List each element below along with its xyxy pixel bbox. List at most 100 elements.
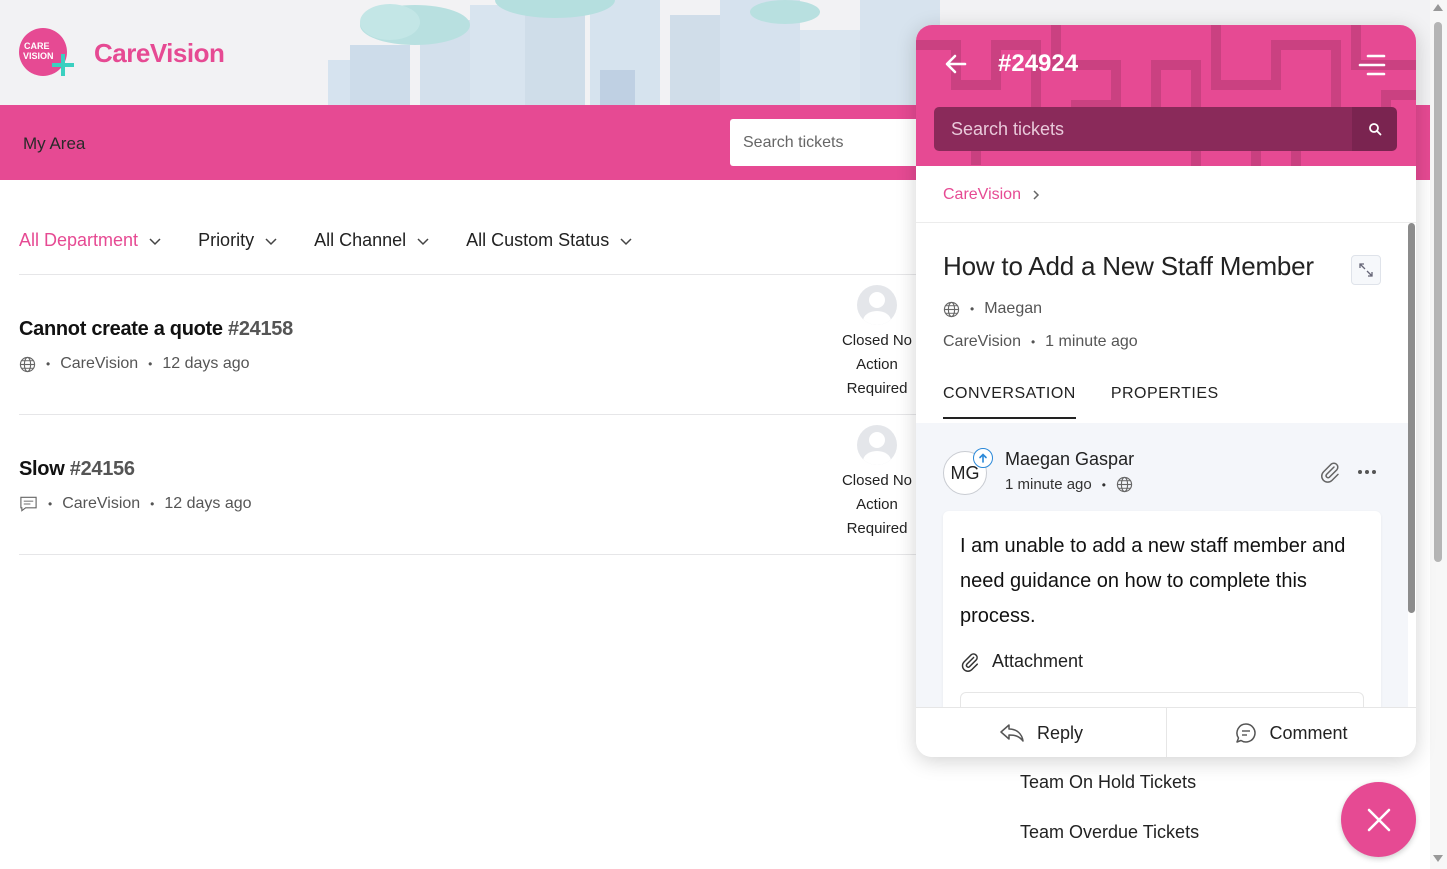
message-body: I am unable to add a new staff member an… <box>960 535 1346 627</box>
author-name: Maegan Gaspar <box>1005 449 1135 469</box>
ticket-number: #24156 <box>69 458 135 480</box>
filter-bar: All Department Priority All Channel All … <box>19 230 669 251</box>
divider <box>19 414 916 415</box>
ticket-brand: CareVision <box>62 495 141 512</box>
chat-icon <box>20 496 37 512</box>
panel-actions: Reply Comment <box>916 707 1416 757</box>
divider <box>916 222 1416 223</box>
filter-label: All Department <box>19 230 139 250</box>
close-icon <box>1367 808 1390 831</box>
arrow-up-icon <box>979 453 987 463</box>
paperclip-icon[interactable] <box>1319 461 1341 483</box>
team-on-hold-link[interactable]: Team On Hold Tickets <box>1020 772 1196 793</box>
status-badge: Closed No Action Required <box>841 332 913 397</box>
expand-icon <box>1359 263 1373 277</box>
panel-tabs: CONVERSATION PROPERTIES <box>943 385 1254 419</box>
chevron-right-icon <box>1033 190 1040 200</box>
tab-conversation[interactable]: CONVERSATION <box>943 385 1076 419</box>
globe-icon <box>1116 476 1133 493</box>
panel-scrollbar[interactable] <box>1408 223 1416 707</box>
scroll-down-arrow[interactable] <box>1433 855 1443 862</box>
paperclip-icon <box>961 652 978 672</box>
scroll-up-arrow[interactable] <box>1433 4 1443 11</box>
panel-search-input[interactable] <box>934 107 1354 151</box>
separator-dot: • <box>148 357 153 371</box>
divider <box>19 554 916 555</box>
ticket-subject: Cannot create a quote <box>19 318 223 340</box>
message-card: I am unable to add a new staff member an… <box>943 511 1381 707</box>
globe-icon <box>943 301 960 317</box>
panel-brand: CareVision <box>943 333 1021 350</box>
panel-ticket-title: How to Add a New Staff Member <box>943 251 1314 281</box>
user-icon <box>863 292 891 325</box>
status-badge: Closed No Action Required <box>841 472 913 537</box>
city-skyline-illustration <box>328 0 940 105</box>
ticket-subject: Slow <box>19 458 65 480</box>
assignee-avatar <box>857 425 897 465</box>
reply-button[interactable]: Reply <box>916 708 1166 757</box>
chevron-down-icon <box>417 237 429 245</box>
separator-dot: • <box>46 357 51 371</box>
globe-icon <box>19 356 36 372</box>
user-icon <box>863 432 891 465</box>
filter-custom-status[interactable]: All Custom Status <box>466 230 633 251</box>
conversation-area: MG Maegan Gaspar 1 minute ago • I am una… <box>916 423 1408 707</box>
separator-dot: • <box>150 497 155 511</box>
filter-channel[interactable]: All Channel <box>314 230 430 251</box>
reply-label: Reply <box>1036 722 1084 743</box>
svg-text:VISION: VISION <box>23 51 54 61</box>
message-meta: 1 minute ago • <box>1005 476 1133 493</box>
ticket-number: #24158 <box>228 318 293 340</box>
menu-icon[interactable] <box>1358 52 1386 78</box>
ticket-title-link[interactable]: Slow #24156 <box>19 458 135 481</box>
comment-icon <box>1236 723 1257 743</box>
assignee-avatar <box>857 285 897 325</box>
more-options-icon[interactable] <box>1356 461 1378 483</box>
ticket-title-link[interactable]: Cannot create a quote #24158 <box>19 318 293 341</box>
ticket-age: 12 days ago <box>164 495 252 512</box>
close-widget-button[interactable] <box>1341 782 1416 857</box>
page-scrollbar[interactable] <box>1430 0 1447 869</box>
scrollbar-thumb[interactable] <box>1434 22 1442 562</box>
comment-button[interactable]: Comment <box>1166 708 1416 757</box>
tab-properties[interactable]: PROPERTIES <box>1111 385 1219 419</box>
divider <box>19 274 916 275</box>
ticket-meta: • CareVision • 12 days ago <box>19 495 252 513</box>
search-icon <box>1368 123 1381 136</box>
reply-icon <box>1000 724 1024 742</box>
ticket-brand: CareVision <box>60 355 139 372</box>
separator-dot: • <box>1030 335 1036 349</box>
scrollbar-thumb[interactable] <box>1408 223 1415 613</box>
ticket-meta: • CareVision • 12 days ago <box>19 355 250 373</box>
message-age: 1 minute ago <box>1005 476 1092 493</box>
expand-button[interactable] <box>1351 255 1381 285</box>
separator-dot: • <box>970 302 975 316</box>
attachment-item[interactable] <box>960 692 1364 707</box>
chevron-down-icon <box>149 237 161 245</box>
separator-dot: • <box>48 497 53 511</box>
my-area-link[interactable]: My Area <box>23 134 85 154</box>
panel-age: 1 minute ago <box>1045 333 1138 350</box>
svg-text:CARE: CARE <box>24 41 50 51</box>
filter-label: All Channel <box>314 230 407 250</box>
main-search-input[interactable] <box>730 119 930 166</box>
ticket-age: 12 days ago <box>162 355 250 372</box>
attachment-label: Attachment <box>992 651 1084 671</box>
requester-name: Maegan <box>984 300 1043 317</box>
chevron-down-icon <box>265 237 277 245</box>
panel-meta-brand: CareVision • 1 minute ago <box>943 333 1138 351</box>
brand-name: CareVision <box>94 38 225 68</box>
incoming-badge <box>973 448 993 468</box>
breadcrumb[interactable]: CareVision <box>943 186 1043 204</box>
panel-search-button[interactable] <box>1352 107 1397 151</box>
filter-priority[interactable]: Priority <box>198 230 278 251</box>
carevision-logo: CARE VISION <box>19 28 74 76</box>
team-overdue-link[interactable]: Team Overdue Tickets <box>1020 822 1199 843</box>
back-arrow-icon[interactable] <box>944 52 968 76</box>
ticket-widget-panel: #24924 CareVision How to Add a New Staff… <box>916 25 1416 757</box>
attachment-section: Attachment <box>960 651 1083 672</box>
filter-department[interactable]: All Department <box>19 230 162 251</box>
chevron-down-icon <box>620 237 632 245</box>
separator-dot: • <box>1101 477 1106 492</box>
panel-meta-requester: • Maegan <box>943 300 1042 318</box>
